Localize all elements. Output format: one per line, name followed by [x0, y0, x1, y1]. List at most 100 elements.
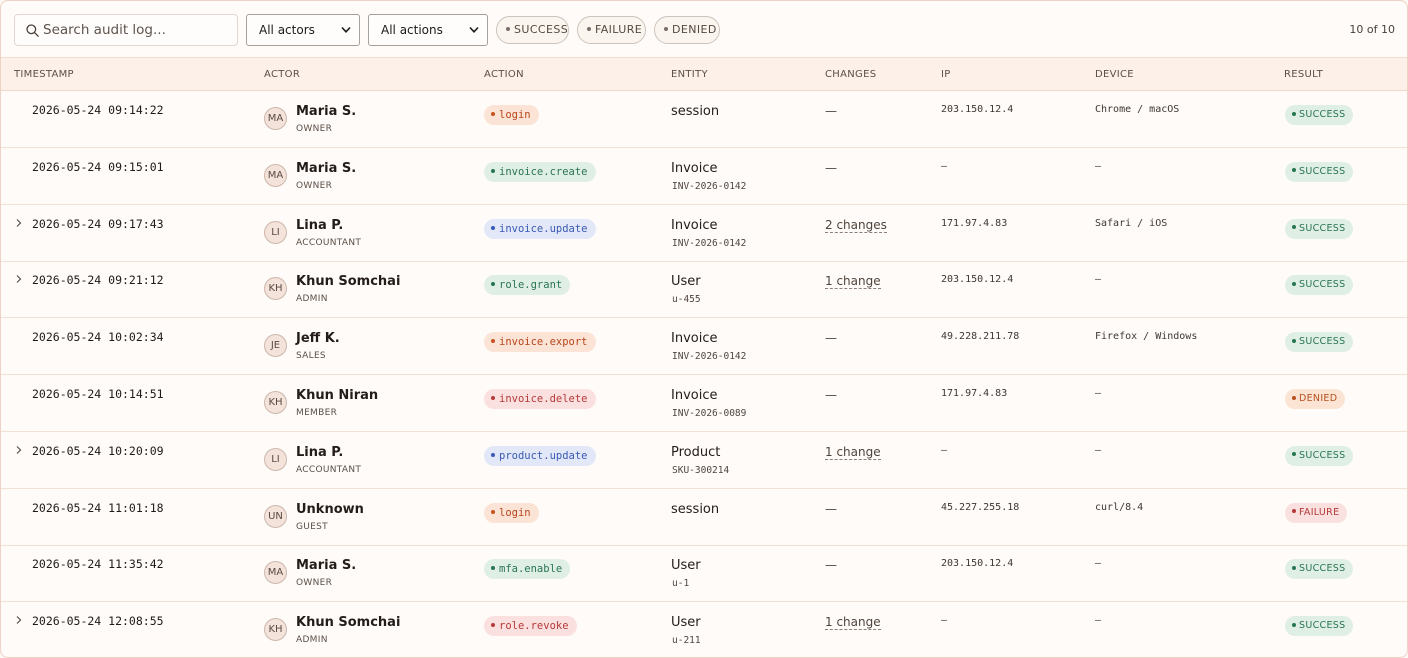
actor-filter-select[interactable]: All actors — [246, 14, 360, 46]
table-header: TIMESTAMP ACTOR ACTION ENTITY CHANGES IP… — [1, 57, 1407, 91]
chevron-right-icon[interactable] — [15, 615, 23, 625]
action-filter-select[interactable]: All actions — [368, 14, 488, 46]
entity-type: session — [671, 501, 720, 517]
table-row[interactable]: 2026-05-24 09:14:22 MA Maria S. OWNER login s… — [1, 91, 1407, 148]
avatar: UN — [264, 504, 287, 528]
dot-icon — [1292, 395, 1296, 400]
entity-id: SKU-300214 — [672, 464, 730, 476]
column-header-ip[interactable]: IP — [941, 69, 951, 80]
result-badge: SUCCESS — [1285, 332, 1354, 353]
result-badge: SUCCESS — [1285, 559, 1354, 580]
action-filter-value: All actions — [381, 23, 443, 37]
timestamp: 2026-05-24 11:35:42 — [32, 557, 164, 572]
entity-id: INV-2026-0142 — [672, 237, 747, 249]
result-badge: FAILURE — [1285, 502, 1348, 523]
filter-toolbar: All actors All actions SUCCESS FAILURE D… — [1, 1, 1407, 57]
table-row[interactable]: 2026-05-24 10:14:51 KH Khun Niran MEMBER inv… — [1, 375, 1407, 432]
dot-icon — [491, 282, 495, 287]
column-header-entity[interactable]: ENTITY — [671, 69, 708, 80]
changes-link[interactable]: 1 change — [825, 445, 881, 460]
action-tag: invoice.update — [484, 218, 596, 239]
result-badge: SUCCESS — [1285, 275, 1354, 296]
column-header-result[interactable]: RESULT — [1284, 69, 1323, 80]
entity-type: Invoice — [671, 388, 718, 403]
table-row[interactable]: 2026-05-24 11:35:42 MA Maria S. OWNER mfa.en… — [1, 545, 1407, 603]
result-badge: DENIED — [1285, 389, 1346, 409]
chevron-right-icon[interactable] — [15, 445, 23, 455]
dot-icon — [491, 509, 495, 514]
actor-name: Jeff K. — [296, 331, 340, 347]
search-icon — [26, 24, 39, 37]
ip-address: 171.97.4.83 — [941, 388, 1008, 399]
changes-link[interactable]: 1 change — [825, 615, 881, 631]
ip-address: 203.150.12.4 — [941, 274, 1014, 286]
dot-icon — [1292, 622, 1296, 627]
entity-type: Invoice — [671, 331, 718, 347]
search-input[interactable] — [43, 15, 235, 45]
timestamp: 2026-05-24 09:17:43 — [32, 216, 164, 231]
action-tag: role.grant — [484, 275, 571, 296]
changes-link[interactable]: 1 change — [825, 274, 881, 290]
actor-name: Khun Somchai — [296, 615, 401, 631]
dot-icon — [1292, 225, 1296, 230]
chevron-right-icon[interactable] — [15, 274, 23, 284]
timestamp: 2026-05-24 09:14:22 — [32, 103, 164, 117]
result-count: 10 of 10 — [1349, 23, 1395, 36]
action-tag: product.update — [484, 445, 596, 466]
action-tag: invoice.delete — [484, 389, 596, 409]
changes-link[interactable]: 2 changes — [825, 218, 887, 233]
ip-address: 45.227.255.18 — [941, 501, 1020, 513]
timestamp: 2026-05-24 12:08:55 — [32, 614, 164, 629]
column-header-action[interactable]: ACTION — [484, 69, 524, 80]
column-header-actor[interactable]: ACTOR — [264, 69, 300, 80]
column-header-timestamp[interactable]: TIMESTAMP — [14, 69, 74, 80]
timestamp: 2026-05-24 10:20:09 — [32, 443, 164, 458]
avatar: LI — [264, 220, 287, 244]
table-row[interactable]: 2026-05-24 10:20:09 LI Lina P. ACCOUNTANT pr… — [1, 432, 1407, 489]
filter-pill-denied[interactable]: DENIED — [654, 16, 720, 44]
chevron-down-icon — [469, 26, 479, 33]
column-header-device[interactable]: DEVICE — [1095, 69, 1134, 80]
timestamp: 2026-05-24 09:15:01 — [32, 159, 164, 174]
ip-address: – — [941, 444, 948, 456]
dot-icon — [1292, 565, 1296, 570]
column-header-changes[interactable]: CHANGES — [825, 69, 876, 80]
action-tag: mfa.enable — [484, 559, 571, 580]
dot-icon — [506, 27, 510, 31]
table-row[interactable]: 2026-05-24 12:08:55 KH Khun Somchai ADMIN ro… — [1, 602, 1407, 657]
entity-id: INV-2026-0142 — [672, 351, 747, 363]
dot-icon — [491, 168, 495, 173]
device: Safari / iOS — [1095, 217, 1168, 229]
dot-icon — [491, 112, 495, 116]
table-row[interactable]: 2026-05-24 11:01:18 UN Unknown GUEST login se… — [1, 489, 1407, 546]
actor-role: ACCOUNTANT — [296, 464, 362, 475]
actor-name: Maria S. — [296, 104, 357, 119]
table-row[interactable]: 2026-05-24 10:02:34 JE Jeff K. SALES invoice… — [1, 318, 1407, 376]
table-row[interactable]: 2026-05-24 09:15:01 MA Maria S. OWNER invoic… — [1, 148, 1407, 205]
dot-icon — [1292, 338, 1296, 343]
entity-type: Invoice — [671, 217, 718, 233]
chevron-down-icon — [341, 26, 351, 33]
table-row[interactable]: 2026-05-24 09:21:12 KH Khun Somchai ADMIN ro… — [1, 261, 1407, 319]
actor-name: Unknown — [296, 501, 364, 517]
search-box[interactable] — [14, 14, 238, 46]
device: Chrome / macOS — [1095, 104, 1180, 115]
actor-filter-value: All actors — [259, 23, 315, 37]
avatar: MA — [264, 107, 287, 130]
filter-pill-success[interactable]: SUCCESS — [496, 16, 569, 44]
entity-type: User — [671, 274, 701, 290]
actor-name: Maria S. — [296, 160, 357, 176]
action-tag: login — [484, 105, 539, 125]
device: – — [1095, 558, 1102, 570]
timestamp: 2026-05-24 09:21:12 — [32, 273, 164, 288]
filter-pill-failure[interactable]: FAILURE — [577, 16, 646, 44]
actor-role: ADMIN — [296, 635, 328, 646]
dot-icon — [1292, 509, 1296, 514]
table-row[interactable]: 2026-05-24 09:17:43 LI Lina P. ACCOUNTANT in… — [1, 205, 1407, 262]
dot-icon — [1292, 452, 1296, 457]
actor-name: Khun Niran — [296, 388, 379, 403]
chevron-right-icon[interactable] — [15, 218, 23, 228]
changes-value: — — [825, 388, 837, 402]
ip-address: 49.228.211.78 — [941, 331, 1020, 343]
entity-type: Product — [671, 444, 721, 460]
